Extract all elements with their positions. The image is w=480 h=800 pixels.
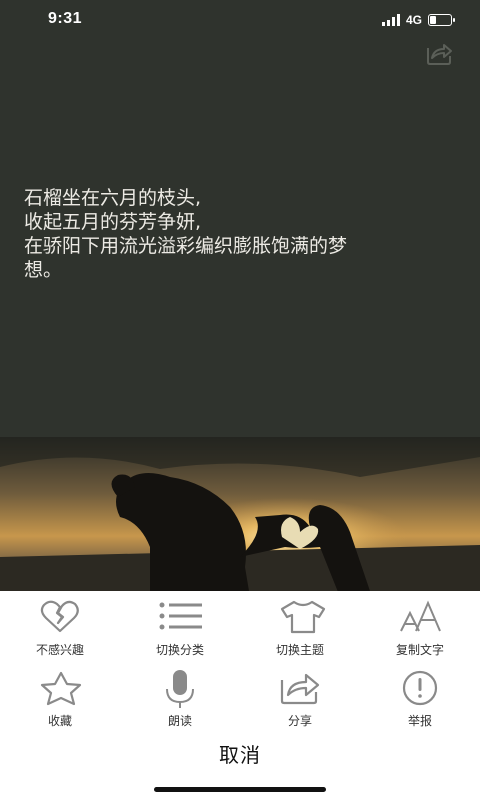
cancel-button[interactable]: 取消	[0, 739, 480, 768]
report-button[interactable]: 举报	[360, 670, 480, 730]
action-label: 不感兴趣	[35, 643, 84, 657]
battery-icon	[428, 14, 455, 26]
signal-icon	[381, 14, 400, 26]
battery-level	[430, 16, 437, 24]
status-time: 9:31	[48, 10, 83, 27]
star-icon	[38, 670, 82, 714]
switch-theme-button[interactable]: 切换主题	[240, 599, 360, 659]
read-aloud-button[interactable]: 朗读	[120, 670, 240, 730]
poem-line: 在骄阳下用流光溢彩编织膨胀饱满的梦	[24, 235, 348, 257]
not-interested-button[interactable]: 不感兴趣	[0, 599, 120, 659]
share-icon[interactable]	[424, 40, 454, 66]
status-indicators: 4G	[381, 13, 455, 27]
copy-text-button[interactable]: 复制文字	[360, 599, 480, 659]
poem-line: 收起五月的芬芳争妍,	[24, 211, 202, 233]
action-sheet: 不感兴趣 切换分类 切换主题 复制文字 收藏 朗读 分享 举报 取消	[0, 591, 480, 800]
action-label: 朗读	[167, 714, 192, 728]
poem-line: 想。	[24, 259, 63, 281]
poem-text: 石榴坐在六月的枝头, 收起五月的芬芳争妍, 在骄阳下用流光溢彩编织膨胀饱满的梦 …	[24, 186, 464, 282]
poem-line: 石榴坐在六月的枝头,	[24, 187, 202, 209]
favorite-button[interactable]: 收藏	[0, 670, 120, 730]
list-icon	[158, 599, 202, 643]
tshirt-icon	[278, 599, 326, 643]
action-label: 举报	[407, 714, 432, 728]
network-type: 4G	[405, 13, 422, 27]
action-label: 复制文字	[395, 643, 444, 657]
switch-category-button[interactable]: 切换分类	[120, 599, 240, 659]
action-label: 分享	[287, 714, 312, 728]
status-bar: 9:31 4G	[0, 0, 480, 40]
background-photo	[0, 437, 480, 597]
font-size-icon	[398, 599, 442, 643]
broken-heart-icon	[38, 599, 82, 643]
share-icon	[278, 670, 322, 714]
report-icon	[398, 670, 442, 714]
action-label: 收藏	[47, 714, 72, 728]
home-indicator	[154, 787, 326, 792]
action-label: 切换分类	[155, 643, 204, 657]
share-button[interactable]: 分享	[240, 670, 360, 730]
microphone-icon	[158, 670, 202, 714]
action-label: 切换主题	[275, 643, 324, 657]
